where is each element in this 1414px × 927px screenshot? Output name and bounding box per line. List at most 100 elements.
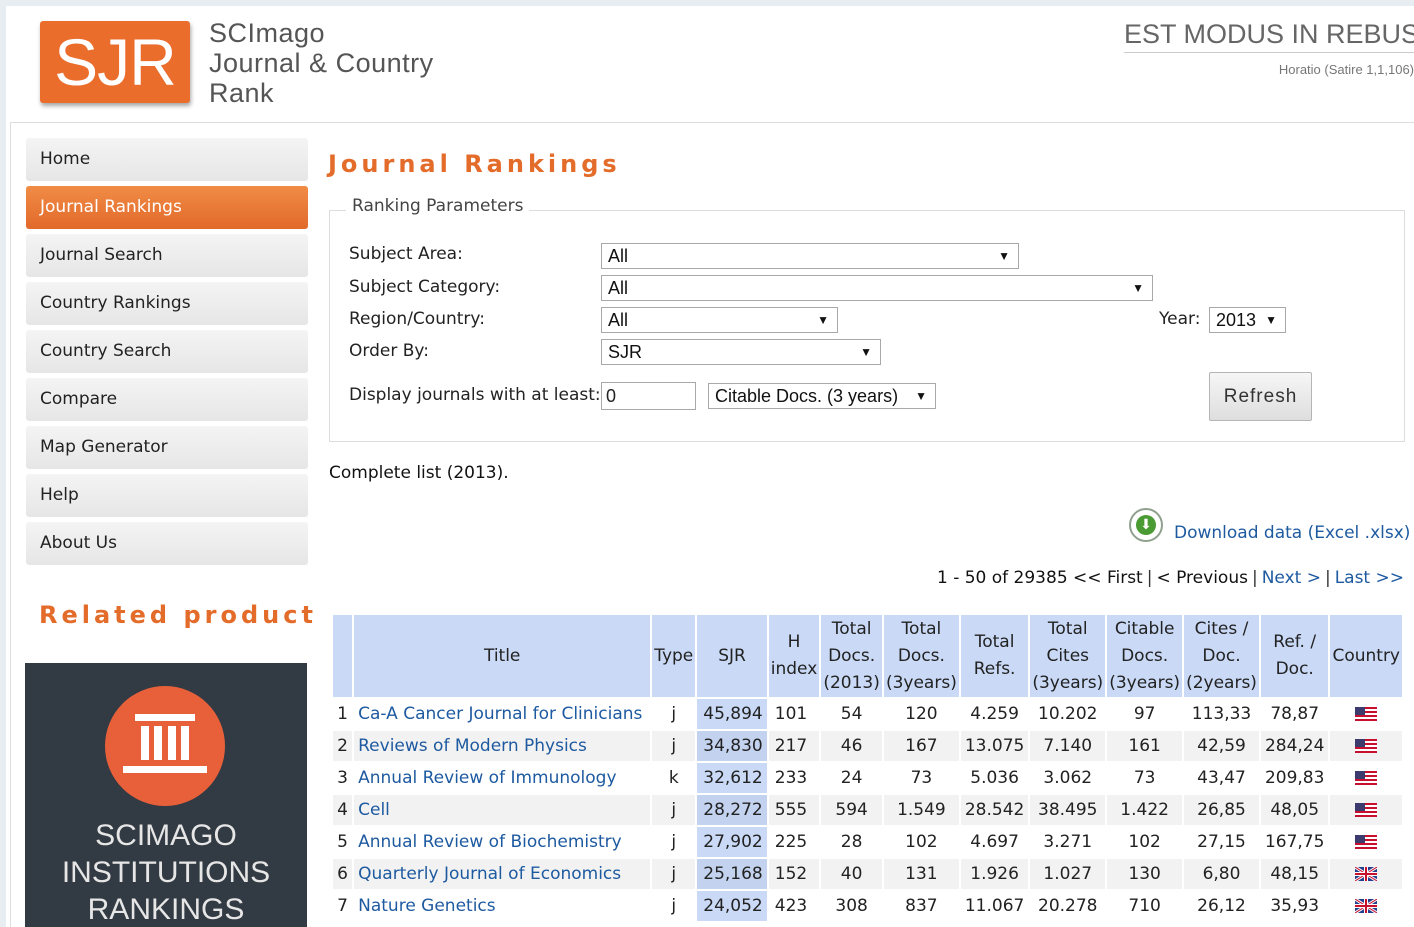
nav-item-map-generator[interactable]: Map Generator [26, 426, 308, 469]
min-documents-input[interactable]: 0 [601, 382, 696, 410]
dropdown-arrow-icon: ▼ [1265, 313, 1277, 327]
cites-per-doc-cell: 42,59 [1184, 731, 1259, 761]
rank-cell: 3 [337, 768, 348, 788]
h-index-header[interactable]: Hindex [768, 615, 820, 697]
title-header[interactable]: Title [354, 615, 651, 697]
uk-flag-icon [1355, 864, 1378, 884]
pagination-last-link[interactable]: Last >> [1335, 568, 1404, 588]
table-row[interactable]: 6 Quarterly Journal of Economics j 25,168 15… [333, 859, 1402, 889]
sir-promo-banner[interactable]: SCIMAGO INSTITUTIONS RANKINGS [25, 663, 307, 927]
h-index-cell: 217 [768, 731, 820, 761]
rank-header [333, 615, 353, 697]
h-index-cell: 101 [774, 704, 808, 724]
subject-category-label: Subject Category: [349, 277, 501, 297]
country-cell [1330, 859, 1402, 889]
subject-category-select[interactable]: All ▼ [601, 275, 1153, 301]
order-by-label: Order By: [349, 341, 429, 361]
title-link[interactable]: Nature Genetics [354, 891, 650, 921]
country-cell [1330, 891, 1402, 921]
sjr-logo[interactable]: SJR [40, 21, 190, 103]
us-flag-icon [1355, 832, 1378, 852]
refresh-button[interactable]: Refresh [1209, 372, 1312, 421]
download-data-link[interactable]: Download data (Excel .xlsx) [1174, 523, 1410, 543]
min-documents-type-select[interactable]: Citable Docs. (3 years) ▼ [708, 383, 936, 409]
ref-per-doc-header[interactable]: Ref. / Doc. [1260, 615, 1329, 697]
nav-item-help[interactable]: Help [26, 474, 308, 517]
ref-per-doc-cell: 48,05 [1260, 795, 1329, 825]
cites-per-doc-header[interactable]: Cites / Doc. (2years) [1184, 615, 1259, 697]
citable-docs-3y-cell: 97 [1133, 704, 1156, 724]
citable-docs-3y-cell: 710 [1128, 896, 1161, 916]
title-link[interactable]: Reviews of Modern Physics [354, 731, 651, 761]
country-cell [1330, 731, 1402, 761]
table-row[interactable]: 5 Annual Review of Biochemistry j 27,902 225… [333, 827, 1402, 857]
pagination-next-link[interactable]: Next > [1262, 568, 1321, 588]
table-row[interactable]: 2 Reviews of Modern Physics j 34,830 217 46 16… [333, 731, 1402, 761]
nav-item-compare[interactable]: Compare [26, 378, 308, 421]
country-cell [1330, 699, 1402, 729]
ref-per-doc-cell: 167,75 [1264, 832, 1325, 852]
table-row[interactable]: 7 Nature Genetics j 24,052 423 308 837 11.067 20… [333, 891, 1402, 921]
motto-source: Horatio (Satire 1,1,106) [1278, 62, 1414, 77]
type-cell: j [652, 731, 696, 761]
nav-item-about-us[interactable]: About Us [26, 522, 308, 565]
subject-category-value: All [608, 278, 629, 298]
download-icon[interactable]: ⬇ [1129, 508, 1163, 542]
citable-docs-3y-header[interactable]: Citable Docs. (3years) [1107, 615, 1183, 697]
total-refs-cell: 1.926 [960, 859, 1029, 889]
nav-item-country-rankings[interactable]: Country Rankings [26, 282, 308, 325]
total-cites-3y-header[interactable]: Total Cites (3years) [1030, 615, 1106, 697]
cites-per-doc-cell: 113,33 [1191, 704, 1252, 724]
subject-area-value: All [608, 246, 629, 266]
table-row[interactable]: 3 Annual Review of Immunology k 32,612 233 24… [333, 763, 1402, 793]
total-docs-2013-cell: 24 [840, 768, 863, 788]
type-cell: j [671, 832, 677, 852]
us-flag-icon [1355, 736, 1378, 756]
citable-docs-3y-cell: 1.422 [1107, 795, 1183, 825]
total-docs-3y-header[interactable]: Total Docs. (3years) [883, 615, 959, 697]
sjr-header[interactable]: SJR [697, 615, 767, 697]
nav-item-journal-rankings[interactable]: Journal Rankings [26, 186, 308, 229]
order-by-value: SJR [608, 342, 643, 362]
table-row[interactable]: 1 Ca-A Cancer Journal for Clinicians j 45,8… [333, 699, 1402, 729]
country-cell [1330, 763, 1402, 793]
total-docs-2013-header[interactable]: Total Docs. (2013) [821, 615, 882, 697]
brand-line: Rank [209, 78, 275, 108]
total-cites-3y-cell: 3.271 [1043, 832, 1093, 852]
title-link[interactable]: Annual Review of Biochemistry [354, 827, 650, 857]
type-header[interactable]: Type [652, 615, 696, 697]
h-index-cell: 555 [768, 795, 820, 825]
table-header-row: Title Type SJR Hindex Total Docs. (2013) T… [333, 615, 1402, 697]
region-country-select[interactable]: All ▼ [601, 307, 838, 333]
title-link[interactable]: Annual Review of Immunology [354, 763, 650, 793]
subject-area-label: Subject Area: [349, 244, 463, 264]
total-cites-3y-cell: 7.140 [1030, 731, 1106, 761]
table-row[interactable]: 4 Cell j 28,272 555 594 1.549 28.542 38.495 1.422… [333, 795, 1402, 825]
total-refs-cell: 28.542 [960, 795, 1029, 825]
subject-area-select[interactable]: All ▼ [601, 243, 1019, 269]
nav-item-home[interactable]: Home [26, 138, 308, 181]
total-docs-3y-cell: 102 [905, 832, 938, 852]
dropdown-arrow-icon: ▼ [817, 313, 829, 327]
rank-cell: 7 [337, 896, 348, 916]
total-refs-cell: 11.067 [964, 896, 1025, 916]
nav-item-country-search[interactable]: Country Search [26, 330, 308, 373]
order-by-select[interactable]: SJR ▼ [601, 339, 881, 365]
title-link[interactable]: Quarterly Journal of Economics [354, 859, 651, 889]
h-index-cell: 233 [774, 768, 808, 788]
total-docs-2013-cell: 46 [821, 731, 882, 761]
total-refs-header[interactable]: Total Refs. [960, 615, 1029, 697]
title-link[interactable]: Ca-A Cancer Journal for Clinicians [354, 699, 650, 729]
promo-line: INSTITUTIONS [61, 856, 271, 889]
nav-item-journal-search[interactable]: Journal Search [26, 234, 308, 277]
total-cites-3y-cell: 20.278 [1038, 896, 1098, 916]
brand-name[interactable]: SCImago Journal & Country Rank [209, 18, 434, 108]
year-select[interactable]: 2013 ▼ [1209, 307, 1286, 333]
left-edge [0, 0, 6, 927]
country-header[interactable]: Country [1330, 615, 1402, 697]
cites-per-doc-cell: 27,15 [1197, 832, 1246, 852]
type-cell: j [652, 859, 696, 889]
rank-cell: 4 [333, 795, 353, 825]
region-country-label: Region/Country: [349, 309, 485, 329]
title-link[interactable]: Cell [354, 795, 651, 825]
